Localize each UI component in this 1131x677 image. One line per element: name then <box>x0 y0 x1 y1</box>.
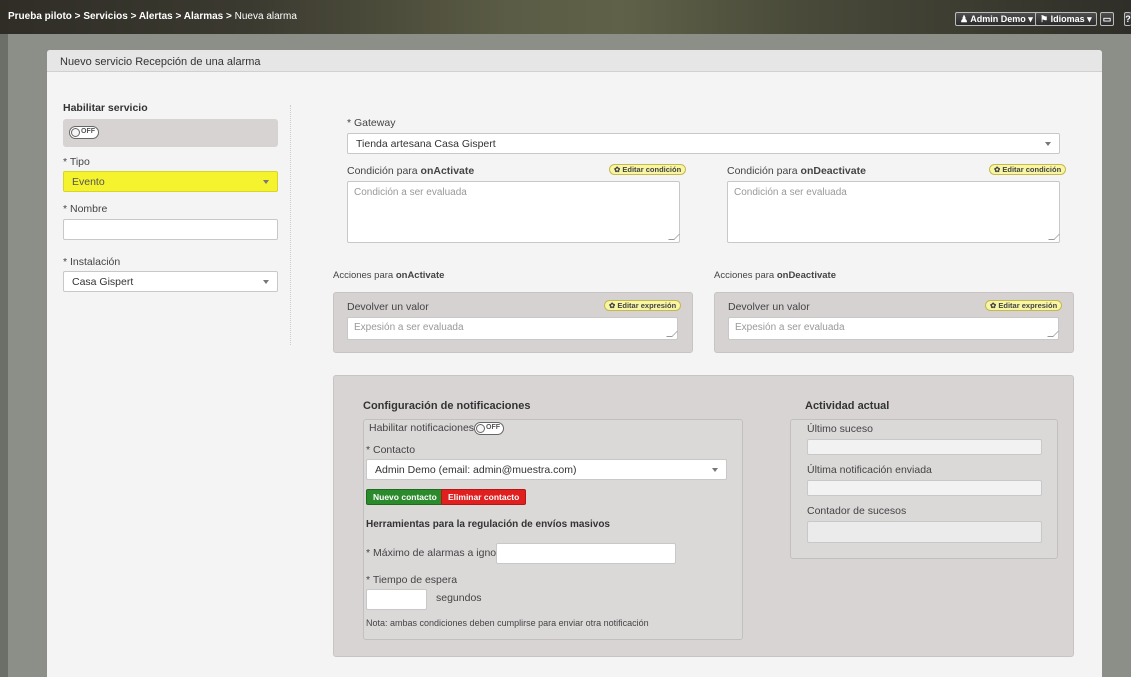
breadcrumb-item-current: Nueva alarma <box>234 11 297 22</box>
last-event-label: Último suceso <box>807 423 873 435</box>
actions-activate-label: Acciones para onActivate <box>333 270 445 281</box>
max-alarms-input[interactable] <box>496 543 676 564</box>
activity-title: Actividad actual <box>805 400 890 412</box>
expression-deactivate-textarea[interactable]: Expesión a ser evaluada <box>728 317 1059 340</box>
user-icon: ♟ <box>960 14 969 24</box>
chevron-down-icon <box>712 468 718 472</box>
instalacion-select[interactable]: Casa Gispert <box>63 271 278 292</box>
last-notification-label: Última notificación enviada <box>807 464 932 476</box>
caret-down-icon: ▾ <box>1087 14 1092 24</box>
on-deactivate-label: Condición para onDeactivate <box>727 165 866 177</box>
caret-down-icon: ▾ <box>1028 14 1033 24</box>
event-counter-field <box>807 521 1042 543</box>
gateway-select[interactable]: Tienda artesana Casa Gispert <box>347 133 1060 154</box>
gear-icon: ✿ <box>609 301 616 310</box>
column-divider <box>290 105 291 345</box>
expression-activate-textarea[interactable]: Expesión a ser evaluada <box>347 317 678 340</box>
resize-grip-icon[interactable] <box>666 331 678 337</box>
breadcrumb: Prueba piloto > Servicios > Alertas > Al… <box>8 11 297 22</box>
flag-icon: ⚑ <box>1040 14 1049 24</box>
edit-expression-deactivate-button[interactable]: ✿ Editar expresión <box>985 300 1063 311</box>
resize-grip-icon[interactable] <box>1047 331 1059 337</box>
note-text: Nota: ambas condiciones deben cumplirse … <box>366 618 649 628</box>
tipo-select[interactable]: Evento <box>63 171 278 192</box>
user-menu-button[interactable]: ♟ Admin Demo ▾ <box>955 12 1038 26</box>
edit-expression-activate-button[interactable]: ✿ Editar expresión <box>604 300 682 311</box>
return-value-label-activate: Devolver un valor <box>347 301 429 313</box>
breadcrumb-item-alarms[interactable]: Alarmas <box>184 11 223 22</box>
delete-contact-button[interactable]: Eliminar contacto <box>441 489 527 505</box>
last-event-field <box>807 439 1042 455</box>
last-notification-field <box>807 480 1042 496</box>
wait-time-input[interactable] <box>366 589 427 610</box>
tipo-label: * Tipo <box>63 156 90 168</box>
instalacion-label: * Instalación <box>63 256 121 268</box>
gear-icon: ✿ <box>994 165 1001 174</box>
mass-send-tools-title: Herramientas para la regulación de envío… <box>366 519 610 530</box>
edit-condition-activate-button[interactable]: ✿ Editar condición <box>609 164 687 175</box>
left-strip <box>0 34 8 677</box>
enable-notifications-label: Habilitar notificaciones <box>369 422 475 434</box>
nombre-label: * Nombre <box>63 203 108 215</box>
language-menu-button[interactable]: ⚑ Idiomas ▾ <box>1035 12 1097 26</box>
gateway-label: * Gateway <box>347 117 396 129</box>
gear-icon: ✿ <box>614 165 621 174</box>
help-button[interactable]: ? <box>1124 12 1131 26</box>
enable-service-label: Habilitar servicio <box>63 102 148 114</box>
wait-time-label: * Tiempo de espera <box>366 574 458 586</box>
enable-notifications-toggle[interactable]: OFF <box>474 422 504 435</box>
breadcrumb-item-project[interactable]: Prueba piloto <box>8 11 72 22</box>
return-value-label-deactivate: Devolver un valor <box>728 301 810 313</box>
chevron-down-icon <box>263 280 269 284</box>
top-bar: Prueba piloto > Servicios > Alertas > Al… <box>0 0 1131 34</box>
event-counter-label: Contador de sucesos <box>807 505 907 517</box>
help-icon: ? <box>1125 14 1131 24</box>
panel-title: Nuevo servicio Recepción de una alarma <box>60 56 261 68</box>
contact-label: * Contacto <box>366 444 416 456</box>
chevron-down-icon <box>263 180 269 184</box>
enable-service-toggle[interactable]: OFF <box>69 126 99 139</box>
nombre-input[interactable] <box>63 219 278 240</box>
on-activate-label: Condición para onActivate <box>347 165 475 177</box>
window-icon: ▭ <box>1102 14 1112 24</box>
chevron-down-icon <box>1045 142 1051 146</box>
on-activate-textarea[interactable]: Condición a ser evaluada <box>347 181 680 243</box>
notifications-title: Configuración de notificaciones <box>363 400 531 412</box>
seconds-label: segundos <box>436 592 482 604</box>
edit-condition-deactivate-button[interactable]: ✿ Editar condición <box>989 164 1067 175</box>
new-contact-button[interactable]: Nuevo contacto <box>366 489 444 505</box>
breadcrumb-item-alerts[interactable]: Alertas <box>139 11 173 22</box>
max-alarms-label: * Máximo de alarmas a ignorar <box>366 547 509 559</box>
on-deactivate-textarea[interactable]: Condición a ser evaluada <box>727 181 1060 243</box>
contact-select[interactable]: Admin Demo (email: admin@muestra.com) <box>366 459 727 480</box>
resize-grip-icon[interactable] <box>668 234 680 240</box>
actions-deactivate-label: Acciones para onDeactivate <box>714 270 836 281</box>
enable-service-box: OFF <box>63 119 278 147</box>
gear-icon: ✿ <box>990 301 997 310</box>
window-icon-button[interactable]: ▭ <box>1100 12 1114 26</box>
panel-header: Nuevo servicio Recepción de una alarma <box>47 50 1102 72</box>
toggle-knob <box>476 424 485 433</box>
resize-grip-icon[interactable] <box>1048 234 1060 240</box>
toggle-knob <box>71 128 80 137</box>
breadcrumb-item-services[interactable]: Servicios <box>83 11 127 22</box>
